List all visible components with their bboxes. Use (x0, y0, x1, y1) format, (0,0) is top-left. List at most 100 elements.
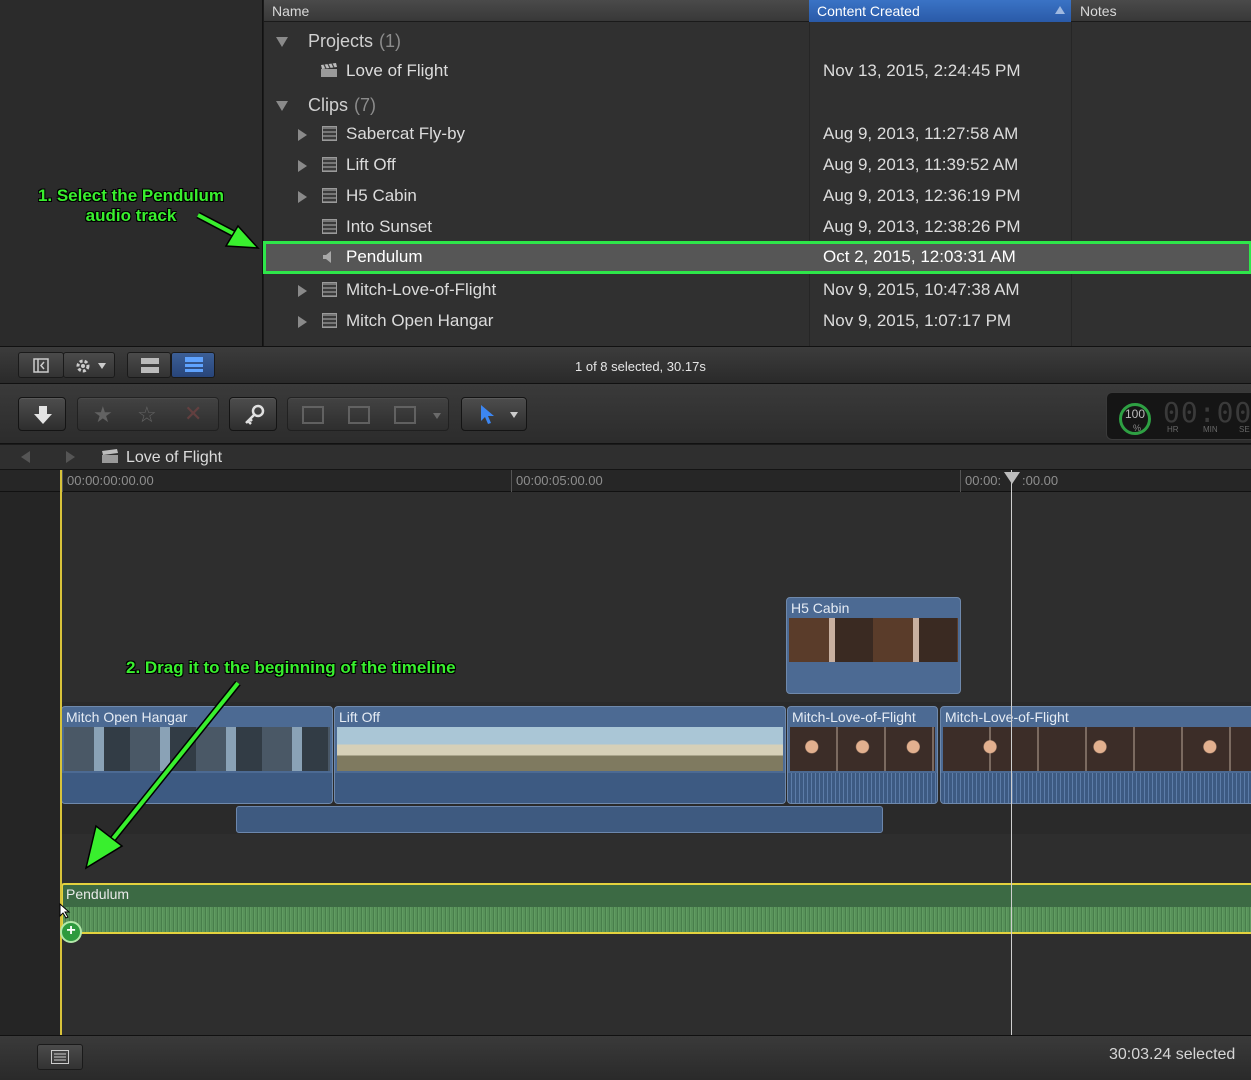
clip-mitch-open-hangar[interactable]: Mitch Open Hangar (61, 706, 333, 804)
list-item-clip[interactable]: Mitch-Love-of-Flight Nov 9, 2015, 10:47:… (264, 275, 1251, 306)
browser-list: Name Content Created Notes Projects (1) L… (263, 0, 1251, 346)
list-item-clip[interactable]: H5 Cabin Aug 9, 2013, 12:36:19 PM (264, 181, 1251, 212)
clip-label: Pendulum (66, 886, 130, 902)
library-sidebar (0, 0, 263, 346)
clip-label: Lift Off (339, 709, 380, 725)
film-icon (322, 126, 337, 141)
item-name: Pendulum (346, 247, 423, 266)
action-menu-button[interactable] (63, 352, 115, 378)
ruler-label: 00:00:00:00.00 (67, 473, 154, 488)
timecode-min-label: MIN (1203, 425, 1218, 434)
timeline-gutter (0, 492, 60, 1035)
browser-footer: 1 of 8 selected, 30.17s (0, 346, 1251, 384)
playhead[interactable] (1011, 470, 1012, 1035)
clip-mitch-love-of-flight[interactable]: Mitch-Love-of-Flight (940, 706, 1251, 804)
skimmer-line (60, 470, 62, 1035)
group-row-projects[interactable]: Projects (1) (264, 25, 1251, 56)
disclosure-open-icon[interactable] (276, 101, 288, 111)
timecode-display[interactable]: 100 % 00:00:0 HR MIN SE (1106, 392, 1251, 440)
selection-status: 1 of 8 selected, 30.17s (575, 359, 706, 374)
toggle-library-button[interactable] (18, 352, 64, 378)
item-date: Aug 9, 2013, 11:39:52 AM (823, 155, 1019, 174)
filmstrip-view-icon (141, 358, 159, 373)
timecode-hr-label: HR (1167, 425, 1179, 434)
playhead-handle[interactable] (1004, 472, 1020, 484)
down-arrow-icon (34, 406, 52, 424)
item-name: Lift Off (346, 155, 396, 174)
list-item-clip[interactable]: Mitch Open Hangar Nov 9, 2015, 1:07:17 P… (264, 306, 1251, 337)
clip-filmstrip (337, 727, 783, 771)
clip-filmstrip (790, 727, 935, 771)
disclosure-closed-icon[interactable] (298, 191, 307, 203)
clip-waveform (788, 773, 937, 803)
import-button[interactable] (18, 397, 66, 431)
timeline-ruler[interactable]: 00:00:00:00.00 00:00:05:00.00 00:00: :00… (0, 470, 1251, 492)
back-arrow-icon[interactable] (20, 451, 32, 463)
disclosure-closed-icon[interactable] (298, 129, 307, 141)
item-name: Mitch-Love-of-Flight (346, 280, 497, 299)
annotation-step-2: 2. Drag it to the beginning of the timel… (126, 658, 456, 678)
list-item-clip-selected[interactable]: Pendulum Oct 2, 2015, 12:03:31 AM (263, 241, 1251, 274)
chevron-down-icon[interactable] (433, 413, 441, 419)
ruler-label: :00.00 (1022, 473, 1059, 488)
insert-clip-icon[interactable] (348, 406, 370, 424)
connected-audio-clip[interactable] (236, 806, 883, 833)
mouse-cursor-icon (59, 903, 71, 919)
index-list-icon (51, 1050, 69, 1064)
disclosure-open-icon[interactable] (276, 37, 288, 47)
group-row-clips[interactable]: Clips (7) (264, 89, 1251, 120)
item-name: Into Sunset (346, 217, 433, 236)
item-date: Aug 9, 2013, 11:27:58 AM (823, 124, 1019, 143)
key-icon (245, 404, 265, 425)
pointer-arrow-icon (481, 405, 494, 424)
clapper-icon (102, 449, 118, 463)
column-name-header[interactable]: Name (272, 3, 309, 19)
filmstrip-view-button[interactable] (127, 352, 171, 378)
list-item-clip[interactable]: Lift Off Aug 9, 2013, 11:39:52 AM (264, 150, 1251, 181)
reject-x-icon[interactable]: ✕ (184, 401, 202, 427)
disclosure-closed-icon[interactable] (298, 316, 307, 328)
timeline-index-button[interactable] (37, 1044, 83, 1070)
disclosure-closed-icon[interactable] (298, 285, 307, 297)
list-item-project[interactable]: Love of Flight Nov 13, 2015, 2:24:45 PM (264, 56, 1251, 87)
clip-h5-cabin[interactable]: H5 Cabin (786, 597, 961, 694)
timeline-header: Love of Flight (0, 445, 1251, 470)
item-date: Oct 2, 2015, 12:03:31 AM (823, 247, 1016, 266)
unrate-star-icon[interactable]: ☆ (137, 402, 157, 428)
film-icon (322, 313, 337, 328)
list-item-clip[interactable]: Sabercat Fly-by Aug 9, 2013, 11:27:58 AM (264, 119, 1251, 150)
annotation-text: audio track (85, 206, 177, 225)
clip-filmstrip (943, 727, 1251, 771)
project-title: Love of Flight (126, 449, 223, 466)
speaker-icon (323, 251, 331, 263)
annotation-text: 2. Drag it to the beginning of the timel… (126, 658, 456, 677)
item-date: Aug 9, 2013, 12:36:19 PM (823, 186, 1021, 205)
forward-arrow-icon[interactable] (64, 451, 76, 463)
connect-clip-icon[interactable] (302, 406, 324, 424)
clip-pendulum-audio[interactable]: Pendulum (61, 883, 1251, 934)
list-view-icon (185, 357, 203, 372)
clapper-icon (321, 63, 337, 77)
favorite-star-icon[interactable]: ★ (93, 402, 113, 428)
ruler-tick (960, 470, 961, 492)
keyword-button[interactable] (229, 397, 277, 431)
ruler-tick (62, 470, 63, 492)
clip-waveform (335, 773, 785, 803)
list-view-button[interactable] (171, 352, 215, 378)
list-item-clip[interactable]: Into Sunset Aug 9, 2013, 12:38:26 PM (264, 212, 1251, 243)
append-clip-icon[interactable] (394, 406, 416, 424)
column-notes-header[interactable]: Notes (1080, 3, 1117, 19)
chevron-down-icon (98, 363, 106, 369)
select-tool-button[interactable] (461, 397, 527, 431)
ruler-label: 00:00: (965, 473, 1002, 488)
film-icon (322, 157, 337, 172)
disclosure-closed-icon[interactable] (298, 160, 307, 172)
clip-mitch-love-of-flight[interactable]: Mitch-Love-of-Flight (787, 706, 938, 804)
column-content-created-header[interactable]: Content Created (809, 0, 1071, 22)
film-icon (322, 282, 337, 297)
clip-lift-off[interactable]: Lift Off (334, 706, 786, 804)
group-label: Clips (7) (308, 95, 377, 115)
percent-sign: % (1133, 423, 1142, 433)
add-badge-icon: + (60, 921, 82, 943)
item-name: Mitch Open Hangar (346, 311, 494, 330)
